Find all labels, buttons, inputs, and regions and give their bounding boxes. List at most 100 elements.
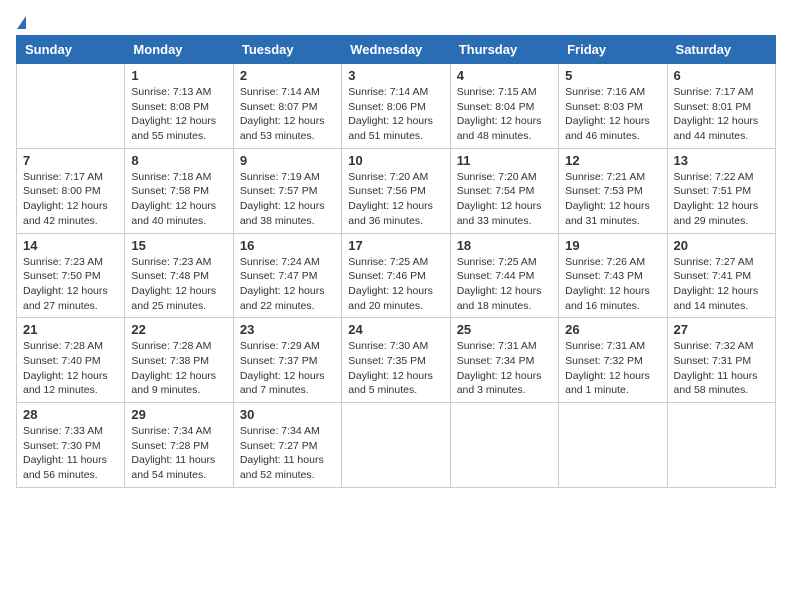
cell-info: Sunrise: 7:25 AM Sunset: 7:46 PM Dayligh… — [348, 255, 443, 314]
day-number: 27 — [674, 322, 769, 337]
day-number: 7 — [23, 153, 118, 168]
calendar-cell: 18Sunrise: 7:25 AM Sunset: 7:44 PM Dayli… — [450, 233, 558, 318]
cell-info: Sunrise: 7:28 AM Sunset: 7:38 PM Dayligh… — [131, 339, 226, 398]
day-number: 30 — [240, 407, 335, 422]
day-number: 16 — [240, 238, 335, 253]
calendar-cell: 20 Sunrise: 7:27 AM Sunset: 7:41 PM Dayli… — [667, 233, 775, 318]
calendar-cell: 16 Sunrise: 7:24 AM Sunset: 7:47 PM Dayli… — [233, 233, 341, 318]
cell-info: Sunrise: 7:27 AM Sunset: 7:41 PM Dayligh… — [674, 255, 769, 314]
cell-info: Sunrise: 7:21 AM Sunset: 7:53 PM Dayligh… — [565, 170, 660, 229]
cell-info: Sunrise: 7:18 AM Sunset: 7:58 PM Dayligh… — [131, 170, 226, 229]
cell-info: Sunrise: 7:16 AM Sunset: 8:03 PM Dayligh… — [565, 85, 660, 144]
day-number: 2 — [240, 68, 335, 83]
day-number: 19 — [565, 238, 660, 253]
weekday-header: Friday — [559, 36, 667, 64]
calendar-cell: 8 Sunrise: 7:18 AM Sunset: 7:58 PM Daylig… — [125, 148, 233, 233]
calendar-cell — [342, 403, 450, 488]
day-number: 13 — [674, 153, 769, 168]
calendar-cell: 12Sunrise: 7:21 AM Sunset: 7:53 PM Dayli… — [559, 148, 667, 233]
calendar-cell: 25 Sunrise: 7:31 AM Sunset: 7:34 PM Dayli… — [450, 318, 558, 403]
weekday-header: Tuesday — [233, 36, 341, 64]
calendar-cell: 5 Sunrise: 7:16 AM Sunset: 8:03 PM Daylig… — [559, 64, 667, 149]
calendar-cell: 1Sunrise: 7:13 AM Sunset: 8:08 PM Daylig… — [125, 64, 233, 149]
day-number: 28 — [23, 407, 118, 422]
calendar-cell: 13Sunrise: 7:22 AM Sunset: 7:51 PM Dayli… — [667, 148, 775, 233]
logo — [16, 16, 26, 27]
calendar-cell — [559, 403, 667, 488]
calendar-cell: 17 Sunrise: 7:25 AM Sunset: 7:46 PM Dayli… — [342, 233, 450, 318]
calendar-cell: 22Sunrise: 7:28 AM Sunset: 7:38 PM Dayli… — [125, 318, 233, 403]
weekday-header: Wednesday — [342, 36, 450, 64]
cell-info: Sunrise: 7:15 AM Sunset: 8:04 PM Dayligh… — [457, 85, 552, 144]
calendar-cell: 2 Sunrise: 7:14 AM Sunset: 8:07 PM Daylig… — [233, 64, 341, 149]
cell-info: Sunrise: 7:33 AM Sunset: 7:30 PM Dayligh… — [23, 424, 118, 483]
cell-info: Sunrise: 7:17 AM Sunset: 8:01 PM Dayligh… — [674, 85, 769, 144]
cell-info: Sunrise: 7:14 AM Sunset: 8:07 PM Dayligh… — [240, 85, 335, 144]
calendar-week-row: 28 Sunrise: 7:33 AM Sunset: 7:30 PM Dayli… — [17, 403, 776, 488]
calendar-cell: 29 Sunrise: 7:34 AM Sunset: 7:28 PM Dayli… — [125, 403, 233, 488]
calendar-cell: 6 Sunrise: 7:17 AM Sunset: 8:01 PM Daylig… — [667, 64, 775, 149]
cell-info: Sunrise: 7:31 AM Sunset: 7:32 PM Dayligh… — [565, 339, 660, 398]
cell-info: Sunrise: 7:20 AM Sunset: 7:54 PM Dayligh… — [457, 170, 552, 229]
weekday-header: Saturday — [667, 36, 775, 64]
calendar-week-row: 7 Sunrise: 7:17 AM Sunset: 8:00 PM Daylig… — [17, 148, 776, 233]
calendar-cell: 14 Sunrise: 7:23 AM Sunset: 7:50 PM Dayli… — [17, 233, 125, 318]
day-number: 15 — [131, 238, 226, 253]
cell-info: Sunrise: 7:20 AM Sunset: 7:56 PM Dayligh… — [348, 170, 443, 229]
calendar-week-row: 1Sunrise: 7:13 AM Sunset: 8:08 PM Daylig… — [17, 64, 776, 149]
day-number: 5 — [565, 68, 660, 83]
day-number: 8 — [131, 153, 226, 168]
cell-info: Sunrise: 7:23 AM Sunset: 7:48 PM Dayligh… — [131, 255, 226, 314]
cell-info: Sunrise: 7:29 AM Sunset: 7:37 PM Dayligh… — [240, 339, 335, 398]
cell-info: Sunrise: 7:17 AM Sunset: 8:00 PM Dayligh… — [23, 170, 118, 229]
cell-info: Sunrise: 7:34 AM Sunset: 7:28 PM Dayligh… — [131, 424, 226, 483]
day-number: 18 — [457, 238, 552, 253]
day-number: 6 — [674, 68, 769, 83]
day-number: 20 — [674, 238, 769, 253]
day-number: 10 — [348, 153, 443, 168]
weekday-header: Thursday — [450, 36, 558, 64]
calendar-cell: 26 Sunrise: 7:31 AM Sunset: 7:32 PM Dayli… — [559, 318, 667, 403]
calendar-cell: 3Sunrise: 7:14 AM Sunset: 8:06 PM Daylig… — [342, 64, 450, 149]
day-number: 4 — [457, 68, 552, 83]
calendar-cell — [450, 403, 558, 488]
day-number: 21 — [23, 322, 118, 337]
calendar-cell: 9 Sunrise: 7:19 AM Sunset: 7:57 PM Daylig… — [233, 148, 341, 233]
day-number: 23 — [240, 322, 335, 337]
calendar-cell: 7 Sunrise: 7:17 AM Sunset: 8:00 PM Daylig… — [17, 148, 125, 233]
day-number: 25 — [457, 322, 552, 337]
day-number: 29 — [131, 407, 226, 422]
weekday-header: Monday — [125, 36, 233, 64]
calendar-cell: 10 Sunrise: 7:20 AM Sunset: 7:56 PM Dayli… — [342, 148, 450, 233]
calendar-cell: 30 Sunrise: 7:34 AM Sunset: 7:27 PM Dayli… — [233, 403, 341, 488]
day-number: 24 — [348, 322, 443, 337]
calendar-cell: 27Sunrise: 7:32 AM Sunset: 7:31 PM Dayli… — [667, 318, 775, 403]
calendar-table: SundayMondayTuesdayWednesdayThursdayFrid… — [16, 35, 776, 488]
calendar-cell: 19Sunrise: 7:26 AM Sunset: 7:43 PM Dayli… — [559, 233, 667, 318]
cell-info: Sunrise: 7:28 AM Sunset: 7:40 PM Dayligh… — [23, 339, 118, 398]
day-number: 17 — [348, 238, 443, 253]
calendar-cell: 21 Sunrise: 7:28 AM Sunset: 7:40 PM Dayli… — [17, 318, 125, 403]
cell-info: Sunrise: 7:19 AM Sunset: 7:57 PM Dayligh… — [240, 170, 335, 229]
header — [16, 16, 776, 27]
cell-info: Sunrise: 7:34 AM Sunset: 7:27 PM Dayligh… — [240, 424, 335, 483]
day-number: 26 — [565, 322, 660, 337]
cell-info: Sunrise: 7:31 AM Sunset: 7:34 PM Dayligh… — [457, 339, 552, 398]
calendar-week-row: 21 Sunrise: 7:28 AM Sunset: 7:40 PM Dayli… — [17, 318, 776, 403]
calendar-cell: 15 Sunrise: 7:23 AM Sunset: 7:48 PM Dayli… — [125, 233, 233, 318]
calendar-cell: 4 Sunrise: 7:15 AM Sunset: 8:04 PM Daylig… — [450, 64, 558, 149]
day-number: 1 — [131, 68, 226, 83]
cell-info: Sunrise: 7:24 AM Sunset: 7:47 PM Dayligh… — [240, 255, 335, 314]
cell-info: Sunrise: 7:14 AM Sunset: 8:06 PM Dayligh… — [348, 85, 443, 144]
day-number: 9 — [240, 153, 335, 168]
cell-info: Sunrise: 7:23 AM Sunset: 7:50 PM Dayligh… — [23, 255, 118, 314]
calendar-cell: 28 Sunrise: 7:33 AM Sunset: 7:30 PM Dayli… — [17, 403, 125, 488]
day-number: 14 — [23, 238, 118, 253]
weekday-header: Sunday — [17, 36, 125, 64]
calendar-cell: 24Sunrise: 7:30 AM Sunset: 7:35 PM Dayli… — [342, 318, 450, 403]
calendar-cell: 23 Sunrise: 7:29 AM Sunset: 7:37 PM Dayli… — [233, 318, 341, 403]
calendar-cell — [17, 64, 125, 149]
day-number: 11 — [457, 153, 552, 168]
calendar-header: SundayMondayTuesdayWednesdayThursdayFrid… — [17, 36, 776, 64]
calendar-cell — [667, 403, 775, 488]
